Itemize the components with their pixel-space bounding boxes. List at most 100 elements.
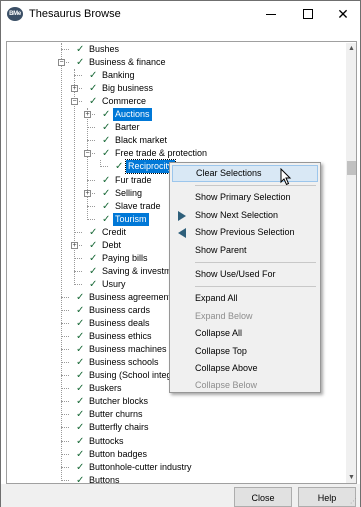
collapse-icon[interactable]: − [58, 59, 65, 67]
tree-connector [87, 140, 95, 142]
checkmark-icon[interactable]: ✓ [76, 474, 86, 483]
checkmark-icon[interactable]: ✓ [76, 461, 86, 474]
tree-item-label[interactable]: Credit [100, 226, 128, 239]
checkmark-icon[interactable]: ✓ [76, 330, 86, 343]
expand-icon[interactable]: + [84, 111, 91, 119]
menu-item-show-use-used-for[interactable]: Show Use/Used For [172, 266, 318, 283]
checkmark-icon[interactable]: ✓ [102, 121, 112, 134]
expand-icon[interactable]: + [71, 241, 78, 249]
checkmark-icon[interactable]: ✓ [89, 82, 99, 95]
scroll-up-icon[interactable]: ▲ [346, 43, 356, 55]
tree-item-label[interactable]: Debt [100, 239, 123, 252]
checkmark-icon[interactable]: ✓ [76, 395, 86, 408]
minimize-button[interactable] [251, 3, 291, 25]
menu-item-show-next-selection[interactable]: Show Next Selection [172, 207, 318, 224]
scroll-down-icon[interactable]: ▼ [346, 472, 356, 483]
expand-icon[interactable]: + [71, 85, 78, 93]
tree-item-label[interactable]: Selling [113, 187, 144, 200]
tree-item-label[interactable]: Business cards [87, 304, 152, 317]
checkmark-icon[interactable]: ✓ [89, 226, 99, 239]
checkmark-icon[interactable]: ✓ [76, 343, 86, 356]
checkmark-icon[interactable]: ✓ [76, 421, 86, 434]
tree-connector [61, 296, 69, 298]
checkmark-icon[interactable]: ✓ [89, 252, 99, 265]
checkmark-icon[interactable]: ✓ [76, 435, 86, 448]
tree-item-label[interactable]: Business & finance [87, 56, 168, 69]
tree-item-label[interactable]: Commerce [100, 95, 148, 108]
tree-item-label[interactable]: Business machines [87, 343, 169, 356]
vertical-scrollbar[interactable]: ▲ ▼ [346, 43, 356, 483]
checkmark-icon[interactable]: ✓ [89, 69, 99, 82]
checkmark-icon[interactable]: ✓ [76, 291, 86, 304]
checkmark-icon[interactable]: ✓ [102, 147, 112, 160]
tree-item-label[interactable]: Black market [113, 134, 169, 147]
checkmark-icon[interactable]: ✓ [89, 265, 99, 278]
tree-item-label[interactable]: Saving & investme [100, 265, 179, 278]
tree-item-label[interactable]: Reciprocity [125, 159, 176, 175]
close-icon: ✕ [337, 6, 349, 22]
help-button[interactable]: Help [298, 487, 356, 507]
collapse-icon[interactable]: − [71, 98, 78, 106]
menu-item-expand-all[interactable]: Expand All [172, 290, 318, 307]
resize-grip-icon[interactable]: ⋰ [350, 497, 358, 505]
tree-item-label[interactable]: Butcher blocks [87, 395, 150, 408]
tree-item-label[interactable]: Auctions [113, 108, 152, 122]
tree-item-label[interactable]: Business ethics [87, 330, 154, 343]
checkmark-icon[interactable]: ✓ [76, 304, 86, 317]
menu-item-label: Collapse Top [195, 345, 247, 356]
tree-item-label[interactable]: Buttocks [87, 435, 126, 448]
tree-item-label[interactable]: Banking [100, 69, 137, 82]
tree-item-label[interactable]: Barter [113, 121, 142, 134]
checkmark-icon[interactable]: ✓ [102, 187, 112, 200]
menu-item-show-parent[interactable]: Show Parent [172, 242, 318, 259]
checkmark-icon[interactable]: ✓ [102, 134, 112, 147]
checkmark-icon[interactable]: ✓ [102, 174, 112, 187]
checkmark-icon[interactable]: ✓ [115, 160, 125, 173]
tree-item-label[interactable]: Busing (School integra [87, 369, 182, 382]
menu-item-show-previous-selection[interactable]: Show Previous Selection [172, 224, 318, 241]
tree-item-label[interactable]: Buttonhole-cutter industry [87, 461, 194, 474]
checkmark-icon[interactable]: ✓ [76, 448, 86, 461]
menu-item-show-primary-selection[interactable]: Show Primary Selection [172, 189, 318, 206]
tree-item-label[interactable]: Buskers [87, 382, 124, 395]
tree-item-label[interactable]: Tourism [113, 212, 149, 226]
tree-item-label[interactable]: Big business [100, 82, 155, 95]
tree-item-label[interactable]: Slave trade [113, 200, 163, 213]
checkmark-icon[interactable]: ✓ [76, 56, 86, 69]
checkmark-icon[interactable]: ✓ [76, 356, 86, 369]
tree-item-label[interactable]: Buttons [87, 474, 122, 483]
checkmark-icon[interactable]: ✓ [89, 239, 99, 252]
menu-separator [195, 286, 316, 288]
tree-item-label[interactable]: Bushes [87, 43, 121, 56]
checkmark-icon[interactable]: ✓ [76, 369, 86, 382]
tree-item-label[interactable]: Paying bills [100, 252, 150, 265]
tree-item-label[interactable]: Butterfly chairs [87, 421, 151, 434]
checkmark-icon[interactable]: ✓ [76, 317, 86, 330]
close-button[interactable]: Close [234, 487, 292, 507]
tree-item-label[interactable]: Business schools [87, 356, 161, 369]
scroll-thumb[interactable] [347, 161, 356, 175]
tree-item-label[interactable]: Butter churns [87, 408, 145, 421]
checkmark-icon[interactable]: ✓ [76, 43, 86, 56]
expand-icon[interactable]: + [84, 189, 91, 197]
maximize-button[interactable] [288, 3, 328, 25]
menu-item-collapse-top[interactable]: Collapse Top [172, 343, 318, 360]
tree-item-label[interactable]: Business agreements [87, 291, 178, 304]
tree-item-label[interactable]: Fur trade [113, 174, 154, 187]
menu-item-clear-selections[interactable]: Clear Selections [172, 165, 318, 182]
close-window-button[interactable]: ✕ [323, 3, 361, 25]
checkmark-icon[interactable]: ✓ [76, 408, 86, 421]
collapse-icon[interactable]: − [84, 150, 91, 158]
checkmark-icon[interactable]: ✓ [76, 382, 86, 395]
menu-item-collapse-all[interactable]: Collapse All [172, 325, 318, 342]
tree-item-label[interactable]: Usury [100, 278, 128, 291]
checkmark-icon[interactable]: ✓ [102, 108, 112, 121]
checkmark-icon[interactable]: ✓ [102, 213, 112, 226]
tree-item-label[interactable]: Business deals [87, 317, 152, 330]
checkmark-icon[interactable]: ✓ [102, 200, 112, 213]
tree-item-label[interactable]: Free trade & protection [113, 147, 209, 160]
tree-item-label[interactable]: Button badges [87, 448, 149, 461]
checkmark-icon[interactable]: ✓ [89, 95, 99, 108]
checkmark-icon[interactable]: ✓ [89, 278, 99, 291]
menu-item-collapse-above[interactable]: Collapse Above [172, 360, 318, 377]
